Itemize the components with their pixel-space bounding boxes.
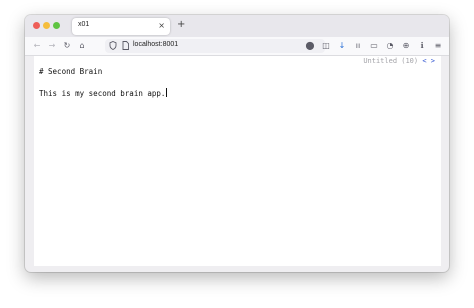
editor-line-current[interactable]: This is my second brain app.	[39, 88, 436, 99]
shield-icon[interactable]	[108, 41, 118, 51]
maximize-window-button[interactable]	[53, 22, 60, 29]
new-tab-icon[interactable]: +	[177, 19, 185, 31]
browser-toolbar: ← → ↻ ⌂ localhost:8001 ☆ ⬤ ◫ ↓ ıı ▭ ◔ ⊕ …	[25, 37, 449, 56]
document-status: Untitled (10) < >	[363, 57, 435, 65]
page-content: Untitled (10) < > # Second Brain This is…	[34, 56, 441, 266]
forward-icon[interactable]: →	[47, 41, 57, 51]
extension-dark-icon[interactable]: ◔	[385, 41, 395, 51]
browser-window: x01 × + ← → ↻ ⌂ localhost:8001 ☆ ⬤ ◫ ↓ ı…	[25, 15, 449, 272]
home-icon[interactable]: ⌂	[77, 41, 87, 51]
minimize-window-button[interactable]	[43, 22, 50, 29]
tab-bar: x01 × +	[25, 15, 449, 37]
sidebar-icon[interactable]: ▭	[369, 41, 379, 51]
browser-tab[interactable]: x01 ×	[72, 18, 170, 35]
url-bar[interactable]: localhost:8001 ☆	[105, 39, 325, 53]
next-document-link[interactable]: >	[431, 57, 435, 65]
extension-icon[interactable]: ⊕	[401, 41, 411, 51]
info-icon[interactable]: ℹ	[417, 41, 427, 51]
text-editor[interactable]: # Second Brain This is my second brain a…	[39, 66, 436, 99]
library-icon[interactable]: ıı	[353, 41, 363, 51]
editor-line[interactable]: # Second Brain	[39, 66, 436, 77]
reload-icon[interactable]: ↻	[62, 41, 72, 51]
text-cursor	[166, 88, 168, 97]
editor-line-text[interactable]: This is my second brain app.	[39, 89, 165, 98]
page-icon[interactable]	[120, 41, 130, 51]
close-window-button[interactable]	[33, 22, 40, 29]
editor-line[interactable]	[39, 77, 436, 88]
menu-icon[interactable]: ≡	[433, 41, 443, 51]
back-icon[interactable]: ←	[32, 41, 42, 51]
tab-title: x01	[78, 21, 90, 28]
account-icon[interactable]: ⬤	[305, 41, 315, 51]
previous-document-link[interactable]: <	[422, 57, 426, 65]
pocket-icon[interactable]: ◫	[321, 41, 331, 51]
downloads-icon[interactable]: ↓	[337, 41, 347, 51]
close-tab-icon[interactable]: ×	[158, 20, 165, 31]
url-text[interactable]: localhost:8001	[133, 41, 178, 48]
document-name: Untitled (10)	[363, 57, 419, 65]
